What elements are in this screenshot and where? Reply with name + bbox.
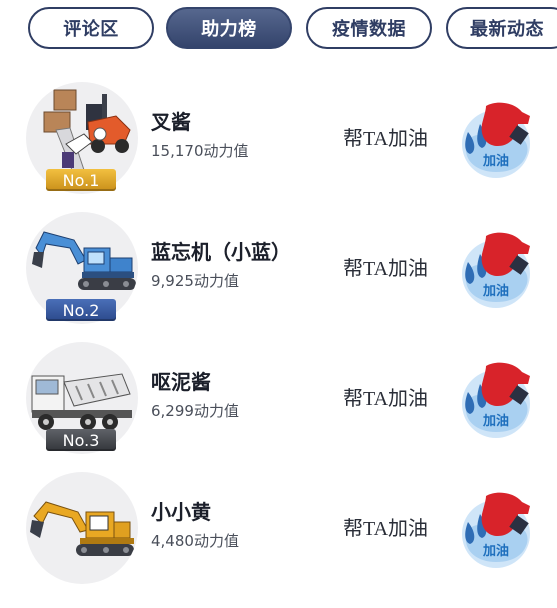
power-value: 6,299动力值 [151,402,239,420]
cheer-button[interactable]: 加油 [456,224,536,314]
fuel-drop-icon [462,232,530,308]
rank-badge: No.2 [46,299,116,321]
fuel-drop-icon [462,102,530,178]
cheer-icon-text: 加油 [482,154,509,169]
cheer-icon-text: 加油 [482,544,509,559]
ranking-row: 小小黄 4,480动力值 帮TA加油 加油 [0,470,557,600]
cheer-label[interactable]: 帮TA加油 [343,252,428,281]
cheer-button[interactable]: 加油 [456,94,536,184]
cheer-icon-text: 加油 [482,414,509,429]
ranking-row: No.1 叉酱 15,170动力值 帮TA加油 加油 [0,80,557,210]
cheer-icon-text: 加油 [482,284,509,299]
power-value: 9,925动力值 [151,272,239,290]
tab-ranking[interactable]: 助力榜 [166,7,292,49]
cheer-button[interactable]: 加油 [456,354,536,444]
power-value: 15,170动力值 [151,142,249,160]
tab-latest-news[interactable]: 最新动态 [446,7,557,49]
tab-epidemic-data[interactable]: 疫情数据 [306,7,432,49]
ranking-row: No.2 蓝忘机（小蓝） 9,925动力值 帮TA加油 加油 [0,210,557,340]
cheer-button[interactable]: 加油 [456,484,536,574]
cheer-label[interactable]: 帮TA加油 [343,122,428,151]
entry-name: 小小黄 [151,500,211,524]
tab-bar: 评论区 助力榜 疫情数据 最新动态 [0,0,557,62]
yellow-excavator-icon[interactable] [26,472,138,584]
entry-name: 叉酱 [151,110,191,134]
entry-name: 呕泥酱 [151,370,211,394]
cheer-label[interactable]: 帮TA加油 [343,512,428,541]
ranking-list: No.1 叉酱 15,170动力值 帮TA加油 加油 No.2 蓝忘机（小蓝） … [0,80,557,600]
rank-badge: No.1 [46,169,116,191]
cheer-label[interactable]: 帮TA加油 [343,382,428,411]
rank-badge: No.3 [46,429,116,451]
fuel-drop-icon [462,362,530,438]
fuel-drop-icon [462,492,530,568]
power-value: 4,480动力值 [151,532,239,550]
ranking-row: No.3 呕泥酱 6,299动力值 帮TA加油 加油 [0,340,557,470]
tab-comments[interactable]: 评论区 [28,7,154,49]
entry-name: 蓝忘机（小蓝） [151,240,291,264]
